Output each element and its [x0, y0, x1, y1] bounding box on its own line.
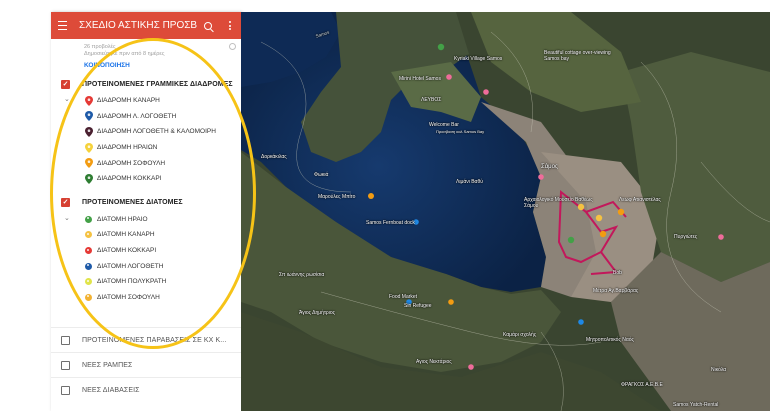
layer-checkbox[interactable]: [61, 79, 70, 89]
map-label: Προσβαση καλ Samos Bay: [436, 129, 485, 134]
view-count: 26 προβολές: [84, 44, 116, 50]
other-layers: ΠΡΟΤΕΙΝΟΜΕΝΕΣ ΠΑΡΑΒΑΣΕΙΣ ΣΕ ΚΧ Κ... ΝΕΕΣ …: [51, 327, 241, 402]
layer-header[interactable]: ΠΡΟΤΕΙΝΟΜΕΝΕΣ ΔΙΑΤΟΜΕΣ: [51, 196, 241, 210]
layer-header[interactable]: ΠΡΟΤΕΙΝΟΜΕΝΕΣ ΓΡΑΜΜΙΚΕΣ ΔΙΑΔΡΟΜΕΣ: [51, 77, 241, 91]
layer-title: ΠΡΟΤΕΙΝΟΜΕΝΕΣ ΔΙΑΤΟΜΕΣ: [82, 199, 183, 207]
map-label: ΦΡΑΓΚΟΣ Α.Ε.Β.Ε: [621, 382, 663, 388]
map-label: ΛΕΥΒΟΣ: [421, 97, 442, 103]
layer-item-label: ΔΙΑΤΟΜΗ ΚΑΝΑΡΗ: [97, 231, 155, 239]
map-label: Welcome Bar: [429, 122, 459, 128]
circle-marker-icon: [85, 247, 92, 255]
layer-checkbox[interactable]: [61, 360, 70, 370]
panel-header: ΣΧΕΔΙΟ ΑΣΤΙΚΗΣ ΠΡΟΣΒ...: [51, 12, 241, 39]
layer-item-label: ΔΙΑΤΟΜΗ ΠΟΛΥΚΡΑΤΗ: [97, 278, 167, 286]
layer-header[interactable]: ΝΕΕΣ ΡΑΜΠΕΣ: [51, 353, 241, 377]
map-pin-icon: [85, 111, 93, 122]
published-date: Δημοσιεύτηκε πριν από 8 ημέρες: [84, 51, 165, 57]
layer-item[interactable]: ΔΙΑΔΡΟΜΗ Λ. ΛΟΓΟΘΕΤΗ: [51, 109, 241, 125]
map-imagery: [241, 12, 770, 411]
layer-item-label: ΔΙΑΤΟΜΗ ΣΟΦΟΥΛΗ: [97, 293, 160, 301]
map-label: Σάμος: [541, 164, 558, 170]
map-label: Καμάρι σχολής: [503, 332, 537, 338]
circle-marker-icon: [85, 231, 92, 239]
map-title: ΣΧΕΔΙΟ ΑΣΤΙΚΗΣ ΠΡΟΣΒ...: [79, 20, 197, 31]
map-label: Πυργιώτες: [674, 234, 698, 240]
map-pin-icon: [85, 173, 93, 184]
hamburger-icon[interactable]: [51, 12, 73, 39]
layer-item-label: ΔΙΑΤΟΜΗ ΛΟΓΟΘΕΤΗ: [97, 262, 164, 270]
more-vert-icon[interactable]: [219, 12, 241, 39]
layer-item-label: ΔΙΑΔΡΟΜΗ Λ. ΛΟΓΟΘΕΤΗ: [97, 112, 177, 120]
layer-title: ΠΡΟΤΕΙΝΟΜΕΝΕΣ ΠΑΡΑΒΑΣΕΙΣ ΣΕ ΚΧ Κ...: [82, 336, 227, 344]
map-label: Kyriaki Village Samos: [454, 56, 503, 62]
layer-title: ΝΕΕΣ ΡΑΜΠΕΣ: [82, 361, 133, 369]
layer-item[interactable]: ΔΙΑΔΡΟΜΗ ΚΟΚΚΑΡΙ: [51, 171, 241, 187]
map-label: Samos Fernboat dock: [366, 220, 415, 226]
map-label: Μαρούλες Μπίτο: [318, 194, 356, 200]
layer-item-label: ΔΙΑΔΡΟΜΗ ΣΟΦΟΥΛΗ: [97, 159, 166, 167]
layer-item-label: ΔΙΑΔΡΟΜΗ ΚΟΚΚΑΡΙ: [97, 175, 162, 183]
layer-header[interactable]: ΠΡΟΤΕΙΝΟΜΕΝΕΣ ΠΑΡΑΒΑΣΕΙΣ ΣΕ ΚΧ Κ...: [51, 328, 241, 352]
layer-item[interactable]: ΔΙΑΤΟΜΗ ΚΑΝΑΡΗ: [51, 227, 241, 243]
map-label: Λεωφ Ατιανιστέλας: [619, 197, 661, 203]
circle-marker-icon: [85, 293, 92, 301]
layer-sections: ΠΡΟΤΕΙΝΟΜΕΝΕΣ ΔΙΑΤΟΜΕΣ ⌄ ΔΙΑΤΟΜΗ ΗΡΑΙΟ ΔΙ…: [51, 196, 241, 306]
map-label: Μητροπολιτικός Ναός: [586, 337, 634, 343]
layer-item[interactable]: ΔΙΑΔΡΟΜΗ ΣΟΦΟΥΛΗ: [51, 155, 241, 171]
layer-item[interactable]: ΔΙΑΔΡΟΜΗ ΛΟΓΟΘΕΤΗ & ΚΑΛΟΜΟΙΡΗ: [51, 124, 241, 140]
layer-title: ΠΡΟΤΕΙΝΟΜΕΝΕΣ ΓΡΑΜΜΙΚΕΣ ΔΙΑΔΡΟΜΕΣ: [82, 80, 233, 88]
map-label: Samos Yatch-Rental: [673, 402, 719, 408]
map-pin-icon: [85, 95, 93, 106]
layer-items: ⌄ ΔΙΑΔΡΟΜΗ ΚΑΝΑΡΗ ΔΙΑΔΡΟΜΗ Λ. ΛΟΓΟΘΕΤΗ ΔΙΑ…: [51, 93, 241, 187]
layer-item[interactable]: ΔΙΑΤΟΜΗ ΚΟΚΚΑΡΙ: [51, 243, 241, 259]
layer-routes: ΠΡΟΤΕΙΝΟΜΕΝΕΣ ΓΡΑΜΜΙΚΕΣ ΔΙΑΔΡΟΜΕΣ ⌄ ΔΙΑΔ…: [51, 77, 241, 187]
satellite-map[interactable]: Samos Mirini Hotel Samos ΛΕΥΒΟΣ Kyriaki …: [241, 12, 770, 411]
map-label: Sin Refugee: [404, 303, 432, 309]
map-label: Φωκιά: [314, 172, 329, 178]
layers-panel: ΣΧΕΔΙΟ ΑΣΤΙΚΗΣ ΠΡΟΣΒ... 26 προβολές Δημο…: [51, 12, 241, 411]
layer-item[interactable]: ΔΙΑΔΡΟΜΗ ΗΡΑΙΩΝ: [51, 140, 241, 156]
layer-checkbox[interactable]: [61, 335, 70, 345]
map-label: Αρχαιολογικό Μουσείο Βαθέως Σάμου: [524, 197, 593, 209]
chevron-down-icon[interactable]: ⌄: [64, 214, 70, 222]
layer-header[interactable]: ΝΕΕΣ ΔΙΑΒΑΣΕΙΣ: [51, 378, 241, 402]
map-meta: 26 προβολές Δημοσιεύτηκε πριν από 8 ημέρ…: [51, 39, 241, 69]
map-label: Food Market: [389, 294, 418, 300]
map-label: Νικόλα: [711, 367, 727, 373]
map-label: Δορκάκιλας: [261, 154, 287, 160]
map-label: Αγιος Νεκτάριος: [416, 359, 452, 365]
layer-item[interactable]: ΔΙΑΤΟΜΗ ΗΡΑΙΟ: [51, 212, 241, 228]
layer-title: ΝΕΕΣ ΔΙΑΒΑΣΕΙΣ: [82, 386, 140, 394]
map-pin-icon: [85, 126, 93, 137]
layer-item-label: ΔΙΑΔΡΟΜΗ ΚΑΝΑΡΗ: [97, 97, 160, 105]
layer-item[interactable]: ΔΙΑΤΟΜΗ ΣΟΦΟΥΛΗ: [51, 290, 241, 306]
map-label: Bob: [613, 270, 622, 276]
layer-item[interactable]: ΔΙΑΤΟΜΗ ΛΟΓΟΘΕΤΗ: [51, 258, 241, 274]
share-button[interactable]: ΚΟΙΝΟΠΟΙΗΣΗ: [84, 62, 241, 69]
map-label: Beautiful cottage over-viewing Samos bay: [544, 50, 611, 62]
chevron-down-icon[interactable]: ⌄: [64, 95, 70, 103]
layer-item-label: ΔΙΑΤΟΜΗ ΚΟΚΚΑΡΙ: [97, 247, 157, 255]
layer-checkbox[interactable]: [61, 385, 70, 395]
map-label: Μέτρα Αγ.Βαρβάρας: [593, 288, 639, 294]
layer-items: ⌄ ΔΙΑΤΟΜΗ ΗΡΑΙΟ ΔΙΑΤΟΜΗ ΚΑΝΑΡΗ ΔΙΑΤΟΜΗ ΚΟΚ…: [51, 212, 241, 306]
layer-item-label: ΔΙΑΔΡΟΜΗ ΗΡΑΙΩΝ: [97, 144, 158, 152]
map-pin-icon: [85, 142, 93, 153]
map-label: Άγιος Δημήτριος: [299, 310, 336, 316]
layer-checkbox[interactable]: [61, 198, 70, 208]
layer-item-label: ΔΙΑΤΟΜΗ ΗΡΑΙΟ: [97, 215, 148, 223]
circle-marker-icon: [85, 278, 92, 286]
layer-item[interactable]: ΔΙΑΤΟΜΗ ΠΟΛΥΚΡΑΤΗ: [51, 274, 241, 290]
circle-marker-icon: [85, 215, 92, 223]
map-label: Λιμάνι Βαθύ: [456, 179, 483, 185]
layer-item[interactable]: ΔΙΑΔΡΟΜΗ ΚΑΝΑΡΗ: [51, 93, 241, 109]
map-pin-icon: [85, 158, 93, 169]
map-label: Mirini Hotel Samos: [399, 76, 441, 82]
map-label: Σπ ιωάννης ρωσίσια: [279, 272, 325, 278]
search-icon[interactable]: [197, 12, 219, 39]
circle-marker-icon: [85, 262, 92, 270]
settings-icon[interactable]: [229, 43, 236, 50]
layer-item-label: ΔΙΑΔΡΟΜΗ ΛΟΓΟΘΕΤΗ & ΚΑΛΟΜΟΙΡΗ: [97, 128, 216, 136]
